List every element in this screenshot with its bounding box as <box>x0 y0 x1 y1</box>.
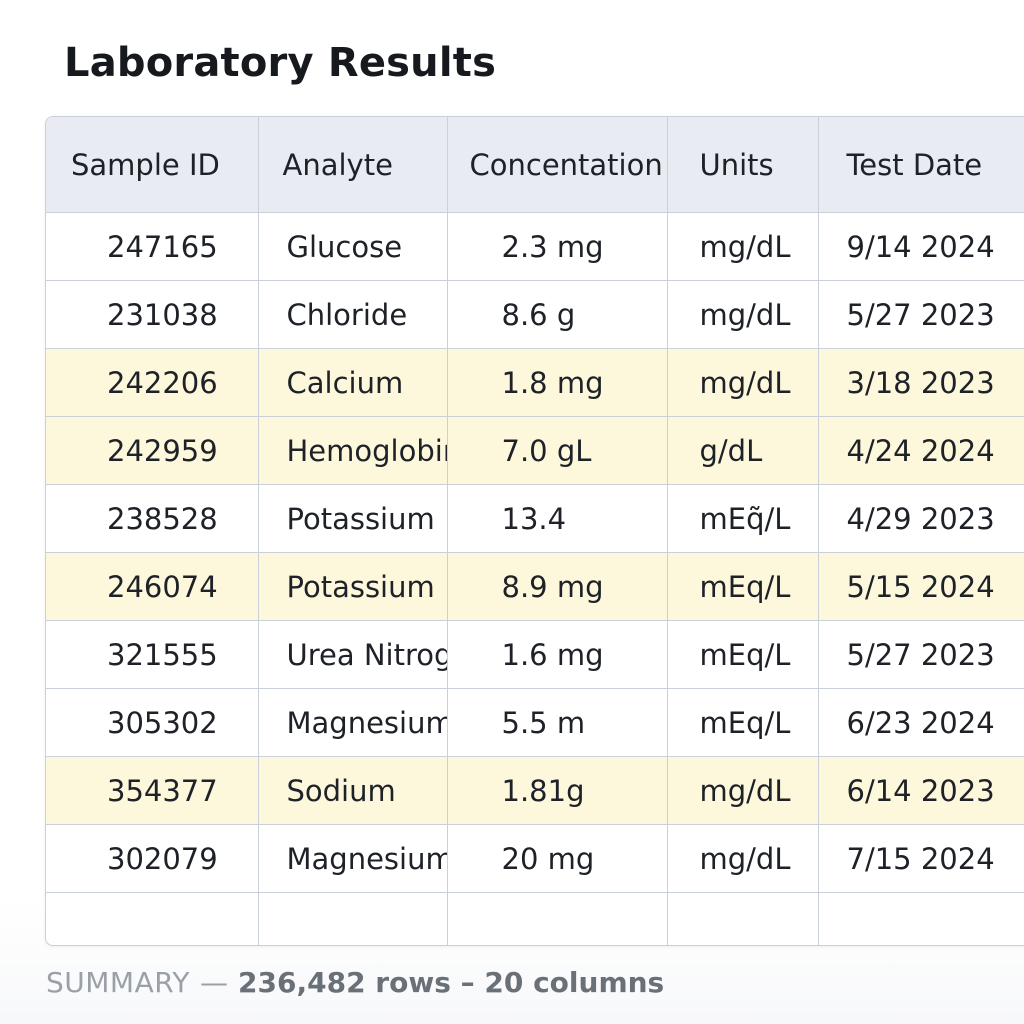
cell-analyte: Magnesium <box>258 688 448 757</box>
cell-concentration: 7.0 gL <box>447 416 668 485</box>
column-header-concentration[interactable]: Concentation <box>447 117 668 213</box>
table-row[interactable]: 302079 Magnesium 20 mg mg/dL 7/15 2024 <box>46 824 1024 893</box>
cell-test-date: 6/23 2024 <box>818 688 1024 757</box>
cell-units: mg/dL <box>667 824 819 893</box>
cell-concentration: 1.6 mg <box>447 620 668 689</box>
cell-test-date: 5/15 2024 <box>818 552 1024 621</box>
empty-cell <box>447 892 668 945</box>
cell-concentration: 1.8 mg <box>447 348 668 417</box>
cell-concentration: 1.81g <box>447 756 668 825</box>
cell-analyte: Sodium <box>258 756 448 825</box>
table-row[interactable]: 246074 Potassium 8.9 mg mEq/L 5/15 2024 <box>46 552 1024 621</box>
cell-sample-id: 247165 <box>46 212 259 281</box>
table-row[interactable]: 231038 Chloride 8.6 g mg/dL 5/27 2023 <box>46 280 1024 349</box>
cell-units: mg/dL <box>667 756 819 825</box>
cell-concentration: 5.5 m <box>447 688 668 757</box>
cell-analyte: Magnesium <box>258 824 448 893</box>
cell-test-date: 6/14 2023 <box>818 756 1024 825</box>
summary-label: SUMMARY <box>46 966 191 999</box>
cell-test-date: 5/27 2023 <box>818 620 1024 689</box>
table-row[interactable]: 305302 Magnesium 5.5 m mEq/L 6/23 2024 <box>46 688 1024 757</box>
empty-cell <box>667 892 819 945</box>
cell-analyte: Calcium <box>258 348 448 417</box>
column-header-analyte[interactable]: Analyte <box>258 117 448 213</box>
cell-analyte: Potassium <box>258 552 448 621</box>
table-row[interactable]: 354377 Sodium 1.81g mg/dL 6/14 2023 <box>46 756 1024 825</box>
cell-units: mEq̃/L <box>667 484 819 553</box>
table-header-row: Sample ID Analyte Concentation Units Tes… <box>46 117 1024 213</box>
cell-units: mEq/L <box>667 688 819 757</box>
cell-units: mg/dL <box>667 212 819 281</box>
cell-sample-id: 305302 <box>46 688 259 757</box>
cell-sample-id: 238528 <box>46 484 259 553</box>
cell-concentration: 8.6 g <box>447 280 668 349</box>
table-body: 247165 Glucose 2.3 mg mg/dL 9/14 2024 231038 C… <box>46 212 1024 945</box>
cell-sample-id: 242206 <box>46 348 259 417</box>
summary-separator: — <box>200 966 229 999</box>
column-header-units[interactable]: Units <box>667 117 819 213</box>
lab-results-page: Laboratory Results Sample ID Analyte Con… <box>0 0 1024 1024</box>
cell-sample-id: 242959 <box>46 416 259 485</box>
cell-test-date: 4/29 2023 <box>818 484 1024 553</box>
table-row[interactable]: 321555Urea Nitrogen1.6 mgmEq/L5/27 2023 <box>46 620 1024 689</box>
cell-test-date: 5/27 2023 <box>818 280 1024 349</box>
cell-concentration: 8.9 mg <box>447 552 668 621</box>
results-table-container: Sample ID Analyte Concentation Units Tes… <box>45 116 1024 946</box>
cell-concentration: 13.4 <box>447 484 668 553</box>
cell-concentration: 2.3 mg <box>447 212 668 281</box>
cell-analyte: Potassium <box>258 484 448 553</box>
cell-units: mEq/L <box>667 620 819 689</box>
summary-text: 236,482 rows – 20 columns <box>238 966 665 999</box>
cell-test-date: 7/15 2024 <box>818 824 1024 893</box>
empty-cell <box>258 892 448 945</box>
cell-test-date: 4/24 2024 <box>818 416 1024 485</box>
cell-test-date: 3/18 2023 <box>818 348 1024 417</box>
column-header-test-date[interactable]: Test Date <box>818 117 1024 213</box>
results-table: Sample ID Analyte Concentation Units Tes… <box>46 117 1024 945</box>
page-title: Laboratory Results <box>64 40 497 86</box>
table-row[interactable]: 242959 Hemoglobin 7.0 gL g/dL 4/24 2024 <box>46 416 1024 485</box>
cell-analyte: Glucose <box>258 212 448 281</box>
cell-sample-id: 321555 <box>46 620 259 689</box>
empty-cell <box>46 892 259 945</box>
cell-units: mg/dL <box>667 348 819 417</box>
table-summary: SUMMARY — 236,482 rows – 20 columns <box>46 966 664 999</box>
table-row[interactable]: 247165 Glucose 2.3 mg mg/dL 9/14 2024 <box>46 212 1024 281</box>
table-row[interactable]: 238528 Potassium 13.4 mEq̃/L 4/29 2023 <box>46 484 1024 553</box>
empty-cell <box>818 892 1024 945</box>
table-row-empty <box>46 892 1024 945</box>
cell-sample-id: 246074 <box>46 552 259 621</box>
cell-concentration: 20 mg <box>447 824 668 893</box>
cell-units: mEq/L <box>667 552 819 621</box>
cell-sample-id: 302079 <box>46 824 259 893</box>
column-header-sample-id[interactable]: Sample ID <box>46 117 259 213</box>
cell-units: g/dL <box>667 416 819 485</box>
cell-units: mg/dL <box>667 280 819 349</box>
cell-analyte: Chloride <box>258 280 448 349</box>
cell-analyte: Hemoglobin <box>258 416 448 485</box>
cell-analyte: Urea Nitrogen <box>258 620 448 689</box>
cell-sample-id: 231038 <box>46 280 259 349</box>
table-row[interactable]: 242206 Calcium 1.8 mg mg/dL 3/18 2023 <box>46 348 1024 417</box>
cell-test-date: 9/14 2024 <box>818 212 1024 281</box>
cell-sample-id: 354377 <box>46 756 259 825</box>
